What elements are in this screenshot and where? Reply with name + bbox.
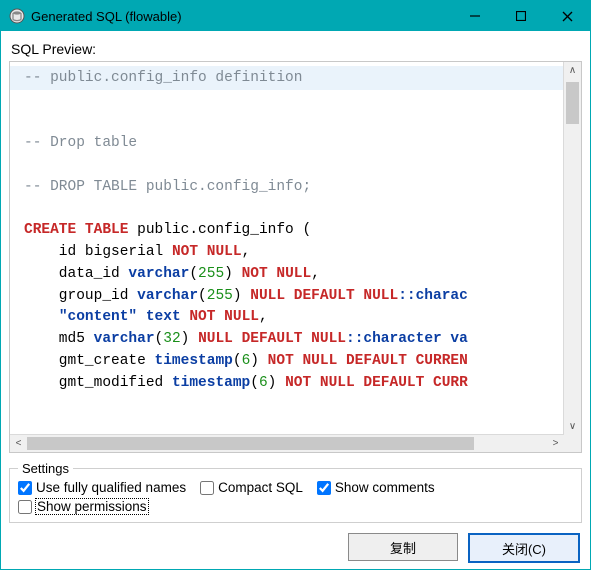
checkbox-show-comments-input[interactable] (317, 481, 331, 495)
minimize-button[interactable] (452, 1, 498, 31)
dialog-body: SQL Preview: -- public.config_info defin… (1, 31, 590, 569)
checkbox-compact-sql-input[interactable] (200, 481, 214, 495)
checkbox-show-comments[interactable]: Show comments (317, 480, 435, 495)
scroll-right-icon[interactable]: > (547, 438, 564, 449)
scroll-up-icon[interactable]: ∧ (564, 62, 581, 79)
close-button[interactable] (544, 1, 590, 31)
settings-group: Settings Use fully qualified names Compa… (9, 461, 582, 523)
titlebar[interactable]: Generated SQL (flowable) (1, 1, 590, 31)
app-icon (9, 8, 25, 24)
checkbox-show-permissions[interactable]: Show permissions (18, 499, 148, 514)
maximize-button[interactable] (498, 1, 544, 31)
close-dialog-button[interactable]: 关闭(C) (468, 533, 580, 563)
window-title: Generated SQL (flowable) (31, 9, 182, 24)
sql-preview: -- public.config_info definition -- Drop… (9, 61, 582, 453)
settings-legend: Settings (18, 461, 73, 476)
checkbox-show-permissions-input[interactable] (18, 500, 32, 514)
scroll-down-icon[interactable]: ∨ (564, 418, 581, 435)
checkbox-fully-qualified-input[interactable] (18, 481, 32, 495)
horizontal-scroll-thumb[interactable] (27, 437, 474, 450)
vertical-scroll-thumb[interactable] (566, 82, 579, 124)
sql-code[interactable]: -- public.config_info definition -- Drop… (10, 62, 563, 452)
dialog-footer: 复制 关闭(C) (9, 523, 582, 563)
scroll-left-icon[interactable]: < (10, 438, 27, 449)
dialog-window: Generated SQL (flowable) SQL Preview: --… (0, 0, 591, 570)
horizontal-scrollbar[interactable]: < > (10, 434, 564, 452)
vertical-scrollbar[interactable]: ∧ ∨ (563, 62, 581, 452)
checkbox-compact-sql[interactable]: Compact SQL (200, 480, 303, 495)
checkbox-fully-qualified[interactable]: Use fully qualified names (18, 480, 186, 495)
preview-label: SQL Preview: (11, 41, 582, 57)
copy-button[interactable]: 复制 (348, 533, 458, 561)
